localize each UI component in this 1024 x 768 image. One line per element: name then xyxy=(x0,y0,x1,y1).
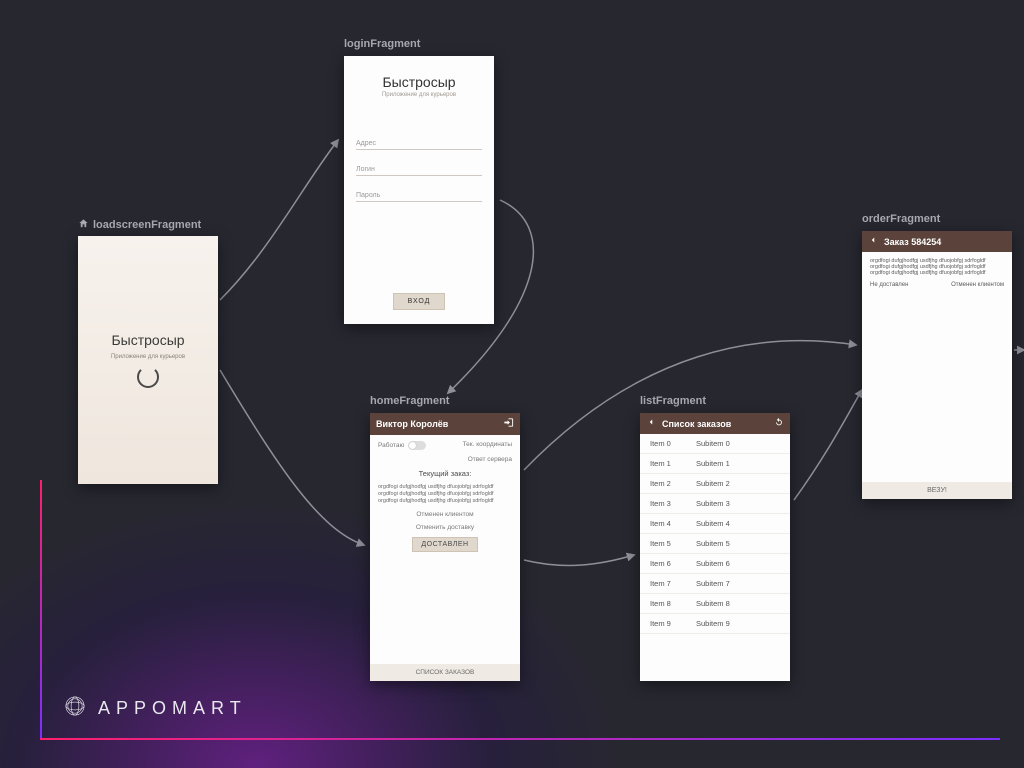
cancelled-by-client[interactable]: Отменен клиентом xyxy=(378,511,512,518)
app-title: Быстросыр xyxy=(111,332,184,348)
mock-list[interactable]: Список заказов Item 0Subitem 0Item 1Subi… xyxy=(640,413,790,681)
order-blurb: orgdfogi dufgjhodfgj usdfjhg dfuojobfgj … xyxy=(378,484,512,505)
mock-loadscreen[interactable]: Быстросыр Приложение для курьеров xyxy=(78,236,218,484)
working-label: Работаю xyxy=(378,442,404,449)
app-subtitle: Приложение для курьеров xyxy=(382,92,456,98)
list-item[interactable]: Item 9Subitem 9 xyxy=(640,614,790,634)
list-item[interactable]: Item 1Subitem 1 xyxy=(640,454,790,474)
server-response-label: Ответ сервера xyxy=(468,456,512,463)
list-item[interactable]: Item 2Subitem 2 xyxy=(640,474,790,494)
orders-list-button[interactable]: СПИСОК ЗАКАЗОВ xyxy=(370,664,520,681)
delivered-button[interactable]: ДОСТАВЛЕН xyxy=(412,537,477,552)
mock-home[interactable]: Виктор Королёв Работаю Тек. координаты О… xyxy=(370,413,520,681)
brand-name: APPOMART xyxy=(98,698,247,719)
list-item[interactable]: Item 4Subitem 4 xyxy=(640,514,790,534)
refresh-icon[interactable] xyxy=(774,417,784,430)
list-item[interactable]: Item 3Subitem 3 xyxy=(640,494,790,514)
list-title: Список заказов xyxy=(662,419,731,429)
home-icon xyxy=(78,218,89,232)
back-icon[interactable] xyxy=(868,235,878,248)
order-title: Заказ 584254 xyxy=(884,237,941,247)
address-field[interactable]: Адрес xyxy=(356,138,482,150)
brand-logo: APPOMART xyxy=(62,693,247,724)
cancel-delivery[interactable]: Отменить доставку xyxy=(378,524,512,531)
label-loadscreen: loadscreenFragment xyxy=(78,218,201,232)
list-item[interactable]: Item 6Subitem 6 xyxy=(640,554,790,574)
back-icon[interactable] xyxy=(646,417,656,430)
app-title: Быстросыр xyxy=(382,74,455,90)
list-item[interactable]: Item 0Subitem 0 xyxy=(640,434,790,454)
spinner-icon xyxy=(137,366,159,388)
status-cancelled: Отменен клиентом xyxy=(951,282,1004,288)
working-toggle[interactable] xyxy=(408,441,426,450)
mock-login[interactable]: Быстросыр Приложение для курьеров Адрес … xyxy=(344,56,494,324)
logo-icon xyxy=(62,693,88,724)
login-field[interactable]: Логин xyxy=(356,164,482,176)
label-order: orderFragment xyxy=(862,213,940,225)
driving-button[interactable]: ВЕЗУ! xyxy=(862,482,1012,499)
coords-label: Тек. координаты xyxy=(463,441,512,450)
list-item[interactable]: Item 8Subitem 8 xyxy=(640,594,790,614)
current-order-heading: Текущий заказ: xyxy=(378,469,512,478)
login-button[interactable]: ВХОД xyxy=(393,293,446,310)
password-field[interactable]: Пароль xyxy=(356,190,482,202)
diagram-canvas: loadscreenFragment loginFragment homeFra… xyxy=(0,0,1024,768)
label-list: listFragment xyxy=(640,395,706,407)
status-not-delivered: Не доставлен xyxy=(870,282,908,288)
mock-order[interactable]: Заказ 584254 orgdfogi dufgjhodfgj usdfjh… xyxy=(862,231,1012,499)
app-subtitle: Приложение для курьеров xyxy=(111,354,185,360)
logout-icon[interactable] xyxy=(503,417,514,431)
order-blurb: orgdfogi dufgjhodfgj usdfjhg dfuojobfgj … xyxy=(870,258,1004,276)
user-name: Виктор Королёв xyxy=(376,419,448,429)
label-home: homeFragment xyxy=(370,395,449,407)
list-item[interactable]: Item 5Subitem 5 xyxy=(640,534,790,554)
label-login: loginFragment xyxy=(344,38,420,50)
list-item[interactable]: Item 7Subitem 7 xyxy=(640,574,790,594)
